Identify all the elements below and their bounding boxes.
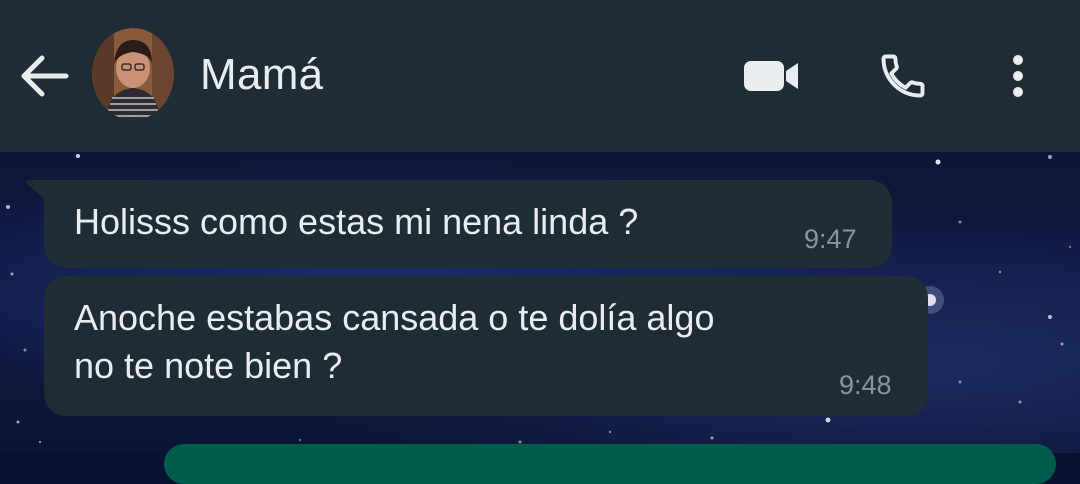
message-line: Anoche estabas cansada o te dolía algo (74, 297, 715, 338)
incoming-message[interactable]: Anoche estabas cansada o te dolía algo n… (44, 276, 928, 416)
video-call-button[interactable] (742, 55, 800, 97)
message-line: no te note bien ? (74, 345, 343, 386)
contact-name[interactable]: Mamá (200, 50, 323, 100)
chat-header: Mamá (0, 0, 1080, 152)
message-text: Anoche estabas cansada o te dolía algo n… (74, 294, 714, 390)
more-vertical-icon (1013, 55, 1023, 97)
message-timestamp: 9:48 (839, 370, 892, 400)
back-button[interactable] (18, 52, 70, 100)
outgoing-message[interactable] (164, 444, 1056, 484)
message-timestamp: 9:47 (804, 224, 857, 254)
voice-call-button[interactable] (875, 50, 931, 102)
phone-icon (881, 54, 925, 98)
incoming-message[interactable]: Holisss como estas mi nena linda ? 9:47 (44, 180, 892, 268)
contact-avatar[interactable] (92, 28, 174, 120)
video-camera-icon (744, 61, 798, 91)
back-arrow-icon (21, 55, 69, 97)
more-options-button[interactable] (1000, 50, 1036, 102)
message-text: Holisss como estas mi nena linda ? (74, 201, 639, 242)
